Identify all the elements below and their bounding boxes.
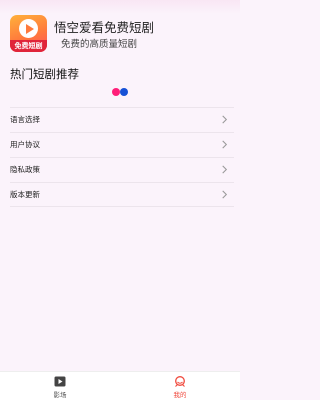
loading-dot-pink (112, 88, 120, 96)
chevron-right-icon (222, 140, 228, 149)
menu-item-label: 隐私政策 (10, 165, 40, 174)
loading-indicator (112, 88, 130, 96)
menu-item-version-update[interactable]: 版本更新 (10, 182, 234, 207)
tab-theater[interactable]: 影场 (30, 374, 90, 400)
settings-menu: 语言选择 用户协议 隐私政策 版本更新 (0, 107, 240, 207)
menu-item-label: 用户协议 (10, 140, 40, 149)
play-icon (54, 376, 66, 387)
app-subtitle: 免费的高质量短剧 (61, 39, 138, 50)
status-bar-gradient (0, 0, 240, 14)
menu-item-label: 语言选择 (10, 115, 40, 124)
chevron-right-icon (222, 165, 228, 174)
app-title: 悟空爱看免费短剧 (54, 20, 155, 35)
chevron-right-icon (222, 190, 228, 199)
logo-badge-text: 免费短剧 (10, 40, 47, 52)
tab-label: 影场 (53, 391, 67, 399)
profile-icon (175, 376, 185, 387)
tab-label: 我的 (173, 391, 187, 399)
menu-item-privacy-policy[interactable]: 隐私政策 (10, 157, 234, 182)
menu-item-language[interactable]: 语言选择 (10, 107, 234, 132)
section-title: 热门短剧推荐 (10, 67, 79, 81)
app-logo: 免费短剧 (10, 15, 47, 52)
loading-dot-blue (120, 88, 128, 96)
menu-item-user-agreement[interactable]: 用户协议 (10, 132, 234, 157)
tab-mine[interactable]: 我的 (150, 374, 210, 400)
menu-item-label: 版本更新 (10, 190, 40, 199)
bottom-tab-bar: 影场 我的 (0, 371, 240, 400)
logo-play-icon (19, 19, 38, 38)
app-header: 免费短剧 悟空爱看免费短剧 免费的高质量短剧 (10, 15, 235, 53)
chevron-right-icon (222, 115, 228, 124)
